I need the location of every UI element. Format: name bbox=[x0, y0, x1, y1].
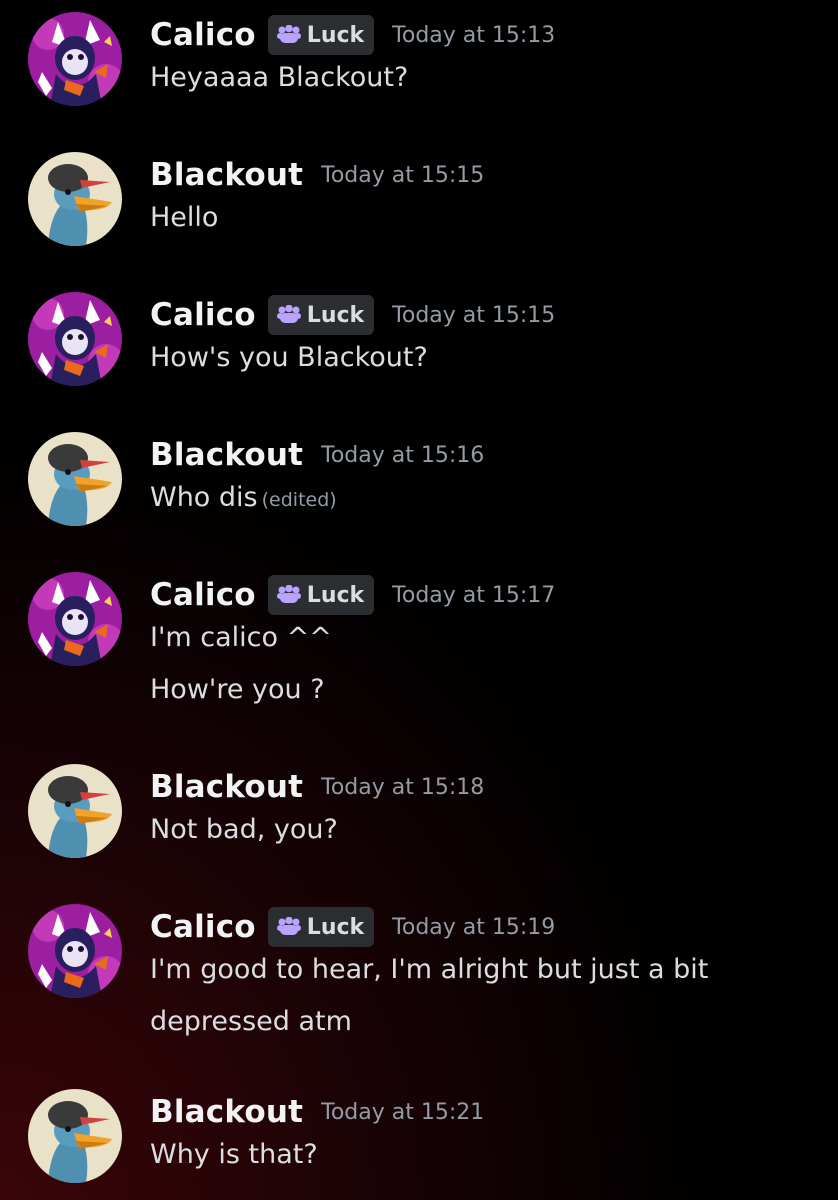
message-text-content: depressed atm bbox=[150, 1006, 352, 1037]
message-header: Blackout Today at 15:16 bbox=[150, 432, 484, 478]
role-tag-label: Luck bbox=[306, 22, 365, 48]
timestamp: Today at 15:16 bbox=[321, 442, 485, 468]
role-tag-label: Luck bbox=[306, 914, 365, 940]
message-text-content: How're you ? bbox=[150, 674, 325, 705]
message-text: How's you Blackout? bbox=[150, 342, 428, 373]
username[interactable]: Calico bbox=[150, 577, 256, 613]
blackout-duck-avatar[interactable] bbox=[28, 152, 122, 246]
username[interactable]: Blackout bbox=[150, 157, 303, 193]
message-text-content: Heyaaaa Blackout? bbox=[150, 62, 409, 93]
message-text: How're you ? bbox=[150, 674, 325, 705]
message-text: Who dis (edited) bbox=[150, 482, 337, 513]
role-tag[interactable]: Luck bbox=[267, 15, 375, 55]
username[interactable]: Calico bbox=[150, 909, 256, 945]
message-text-content: Hello bbox=[150, 202, 219, 233]
timestamp: Today at 15:18 bbox=[321, 774, 485, 800]
timestamp: Today at 15:19 bbox=[392, 914, 556, 940]
timestamp: Today at 15:15 bbox=[321, 162, 485, 188]
message-text: depressed atm bbox=[150, 1006, 352, 1037]
message-text-content: Not bad, you? bbox=[150, 814, 338, 845]
message-text-content: How's you Blackout? bbox=[150, 342, 428, 373]
message-header: Calico Luck Today at 15:13 bbox=[150, 12, 555, 58]
role-tag[interactable]: Luck bbox=[267, 295, 375, 335]
message-text-content: I'm calico ^^ bbox=[150, 622, 332, 653]
role-tag[interactable]: Luck bbox=[267, 575, 375, 615]
message-header: Calico Luck Today at 15:15 bbox=[150, 292, 555, 338]
username[interactable]: Blackout bbox=[150, 769, 303, 805]
role-tag-label: Luck bbox=[306, 302, 365, 328]
message-text-content: I'm good to hear, I'm alright but just a… bbox=[150, 954, 709, 985]
timestamp: Today at 15:13 bbox=[392, 22, 556, 48]
message-header: Calico Luck Today at 15:17 bbox=[150, 572, 555, 618]
edited-label: (edited) bbox=[261, 489, 337, 511]
timestamp: Today at 15:21 bbox=[321, 1099, 485, 1125]
username[interactable]: Calico bbox=[150, 17, 256, 53]
paw-cloud-icon bbox=[276, 305, 301, 323]
message-text-content: Who dis bbox=[150, 482, 258, 513]
message-text: Why is that? bbox=[150, 1139, 318, 1170]
blackout-duck-avatar[interactable] bbox=[28, 1089, 122, 1183]
message-header: Blackout Today at 15:21 bbox=[150, 1089, 484, 1135]
message-header: Calico Luck Today at 15:19 bbox=[150, 904, 555, 950]
message-text: I'm good to hear, I'm alright but just a… bbox=[150, 954, 708, 985]
message-header: Blackout Today at 15:18 bbox=[150, 764, 484, 810]
username[interactable]: Calico bbox=[150, 297, 256, 333]
message-text-content: Why is that? bbox=[150, 1139, 318, 1170]
blackout-duck-avatar[interactable] bbox=[28, 432, 122, 526]
message-text: Heyaaaa Blackout? bbox=[150, 62, 408, 93]
paw-cloud-icon bbox=[276, 585, 301, 603]
message-text: Not bad, you? bbox=[150, 814, 338, 845]
username[interactable]: Blackout bbox=[150, 437, 303, 473]
message-text: Hello bbox=[150, 202, 218, 233]
calico-avatar[interactable] bbox=[28, 904, 122, 998]
calico-avatar[interactable] bbox=[28, 292, 122, 386]
blackout-duck-avatar[interactable] bbox=[28, 764, 122, 858]
paw-cloud-icon bbox=[276, 917, 301, 935]
role-tag[interactable]: Luck bbox=[267, 907, 375, 947]
role-tag-label: Luck bbox=[306, 582, 365, 608]
calico-avatar[interactable] bbox=[28, 12, 122, 106]
timestamp: Today at 15:15 bbox=[392, 302, 556, 328]
message-text: I'm calico ^^ bbox=[150, 622, 332, 653]
message-header: Blackout Today at 15:15 bbox=[150, 152, 484, 198]
paw-cloud-icon bbox=[276, 25, 301, 43]
username[interactable]: Blackout bbox=[150, 1094, 303, 1130]
calico-avatar[interactable] bbox=[28, 572, 122, 666]
timestamp: Today at 15:17 bbox=[392, 582, 556, 608]
